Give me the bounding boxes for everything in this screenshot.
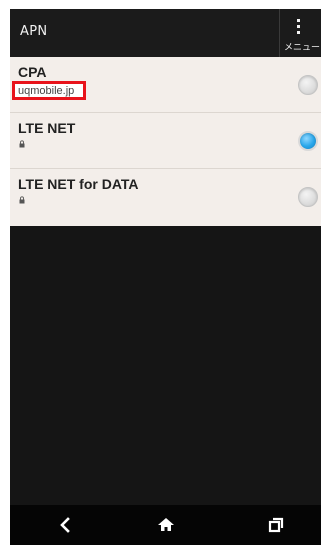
more-vert-icon [297,19,301,37]
page-title: APN [20,24,48,39]
apn-name: LTE NET [18,120,76,136]
apn-item-lte-net-for-data[interactable]: LTE NET for DATA [10,169,321,226]
radio-button-selected[interactable] [298,131,318,151]
apn-name: LTE NET for DATA [18,176,139,192]
home-icon[interactable] [154,515,178,535]
radio-button[interactable] [298,187,318,207]
back-icon[interactable] [54,515,78,535]
apn-detail: uqmobile.jp [18,85,75,97]
radio-button[interactable] [298,75,318,95]
menu-label: メニュー [284,43,321,53]
apn-name: CPA [18,64,47,80]
lock-icon [19,140,25,148]
apn-item-cpa[interactable]: CPA uqmobile.jp [10,57,321,113]
menu-button[interactable]: メニュー [279,9,321,57]
apn-list: CPA uqmobile.jp LTE NET LTE NET for DATA [10,57,321,226]
apn-item-lte-net[interactable]: LTE NET [10,113,321,169]
phone-screen: APN メニュー CPA uqmobile.jp LTE NET LTE NET… [10,9,321,545]
navigation-bar [10,505,321,545]
recents-icon[interactable] [264,515,288,535]
action-bar: APN メニュー [10,9,321,57]
lock-icon [19,196,25,204]
